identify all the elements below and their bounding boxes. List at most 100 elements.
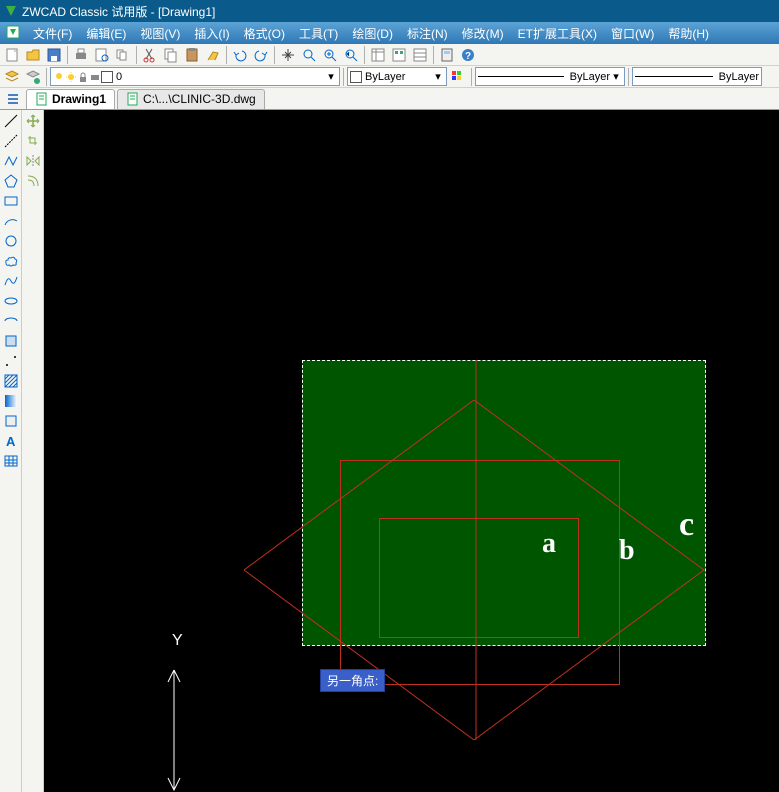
standard-toolbar: ? bbox=[0, 44, 779, 66]
revcloud-tool[interactable] bbox=[2, 252, 20, 270]
toolbar-separator bbox=[226, 46, 227, 64]
linetype-dropdown[interactable]: ByLayer ▾ bbox=[475, 67, 625, 86]
toolbar-separator bbox=[46, 68, 47, 86]
lineweight-value: ByLayer bbox=[719, 71, 759, 83]
zoom-previous-button[interactable] bbox=[341, 45, 361, 65]
menu-dimension[interactable]: 标注(N) bbox=[400, 23, 455, 44]
tool-palette-button[interactable] bbox=[410, 45, 430, 65]
save-button[interactable] bbox=[44, 45, 64, 65]
line-tool[interactable] bbox=[2, 112, 20, 130]
crosshair-cursor bbox=[466, 360, 486, 750]
pan-button[interactable] bbox=[278, 45, 298, 65]
entity-diamond[interactable] bbox=[244, 400, 744, 740]
document-control-icon[interactable] bbox=[5, 24, 23, 42]
ucs-icon: Y bbox=[154, 630, 214, 790]
menu-et-tools[interactable]: ET扩展工具(X) bbox=[511, 23, 604, 44]
print-button[interactable] bbox=[71, 45, 91, 65]
gradient-tool[interactable] bbox=[2, 392, 20, 410]
layer-states-button[interactable] bbox=[23, 67, 43, 87]
text-tool[interactable]: A bbox=[2, 432, 20, 450]
copy-tool[interactable] bbox=[24, 132, 42, 150]
color-swatch bbox=[350, 71, 362, 83]
document-tab-drawing1[interactable]: Drawing1 bbox=[26, 89, 115, 109]
new-button[interactable] bbox=[2, 45, 22, 65]
mirror-tool[interactable] bbox=[24, 152, 42, 170]
menu-insert[interactable]: 插入(I) bbox=[187, 23, 236, 44]
paste-button[interactable] bbox=[182, 45, 202, 65]
annotation-b: b bbox=[619, 535, 635, 567]
calculator-button[interactable] bbox=[437, 45, 457, 65]
color-value: ByLayer bbox=[365, 71, 405, 83]
insert-block-tool[interactable] bbox=[2, 332, 20, 350]
zoom-window-button[interactable] bbox=[320, 45, 340, 65]
menu-modify[interactable]: 修改(M) bbox=[455, 23, 511, 44]
workspace: A a b c 另一角点: bbox=[0, 110, 779, 792]
tab-label: C:\...\CLINIC-3D.dwg bbox=[143, 92, 256, 106]
undo-button[interactable] bbox=[230, 45, 250, 65]
color-select-button[interactable] bbox=[448, 67, 468, 87]
menu-window[interactable]: 窗口(W) bbox=[604, 23, 661, 44]
publish-button[interactable] bbox=[113, 45, 133, 65]
annotation-c: c bbox=[679, 506, 694, 544]
copy-button[interactable] bbox=[161, 45, 181, 65]
spline-tool[interactable] bbox=[2, 272, 20, 290]
layer-color-swatch bbox=[101, 71, 113, 83]
move-tool[interactable] bbox=[24, 112, 42, 130]
menu-edit[interactable]: 编辑(E) bbox=[79, 23, 133, 44]
drawing-canvas[interactable]: a b c 另一角点: Y bbox=[44, 110, 779, 792]
menu-bar: 文件(F) 编辑(E) 视图(V) 插入(I) 格式(O) 工具(T) 绘图(D… bbox=[0, 22, 779, 44]
title-bar: ZWCAD Classic 试用版 - [Drawing1] bbox=[0, 0, 779, 22]
dynamic-input-prompt: 另一角点: bbox=[320, 669, 385, 692]
redo-button[interactable] bbox=[251, 45, 271, 65]
layer-manager-button[interactable] bbox=[2, 67, 22, 87]
menu-draw[interactable]: 绘图(D) bbox=[345, 23, 400, 44]
chevron-down-icon: ▾ bbox=[610, 70, 622, 83]
menu-help[interactable]: 帮助(H) bbox=[661, 23, 716, 44]
circle-tool[interactable] bbox=[2, 232, 20, 250]
zoom-realtime-button[interactable] bbox=[299, 45, 319, 65]
polygon-tool[interactable] bbox=[2, 172, 20, 190]
svg-text:A: A bbox=[6, 434, 16, 449]
svg-text:?: ? bbox=[465, 51, 471, 62]
hatch-tool[interactable] bbox=[2, 372, 20, 390]
offset-tool[interactable] bbox=[24, 172, 42, 190]
ellipse-arc-tool[interactable] bbox=[2, 312, 20, 330]
document-icon bbox=[126, 92, 140, 106]
print-preview-button[interactable] bbox=[92, 45, 112, 65]
open-button[interactable] bbox=[23, 45, 43, 65]
ellipse-tool[interactable] bbox=[2, 292, 20, 310]
rectangle-tool[interactable] bbox=[2, 192, 20, 210]
toolbar-separator bbox=[343, 68, 344, 86]
ucs-y-label: Y bbox=[172, 632, 183, 649]
menu-view[interactable]: 视图(V) bbox=[133, 23, 187, 44]
color-dropdown[interactable]: ByLayer ▾ bbox=[347, 67, 447, 86]
document-icon bbox=[35, 92, 49, 106]
help-button[interactable]: ? bbox=[458, 45, 478, 65]
chevron-down-icon: ▾ bbox=[432, 70, 444, 83]
menu-tools[interactable]: 工具(T) bbox=[292, 23, 345, 44]
annotation-a: a bbox=[542, 528, 556, 560]
region-tool[interactable] bbox=[2, 412, 20, 430]
menu-file[interactable]: 文件(F) bbox=[26, 23, 79, 44]
toolbar-separator bbox=[136, 46, 137, 64]
document-tab-clinic3d[interactable]: C:\...\CLINIC-3D.dwg bbox=[117, 89, 265, 109]
linetype-sample bbox=[478, 76, 564, 77]
layer-toolbar: 0 ▾ ByLayer ▾ ByLayer ▾ ByLayer bbox=[0, 66, 779, 88]
lightbulb-icon bbox=[53, 71, 65, 83]
chevron-down-icon: ▾ bbox=[325, 70, 337, 83]
polyline-tool[interactable] bbox=[2, 152, 20, 170]
tab-control-icon[interactable] bbox=[4, 90, 22, 108]
table-tool[interactable] bbox=[2, 452, 20, 470]
app-icon bbox=[4, 4, 18, 18]
menu-format[interactable]: 格式(O) bbox=[237, 23, 292, 44]
match-button[interactable] bbox=[203, 45, 223, 65]
construction-line-tool[interactable] bbox=[2, 132, 20, 150]
arc-tool[interactable] bbox=[2, 212, 20, 230]
window-title: ZWCAD Classic 试用版 - [Drawing1] bbox=[22, 3, 215, 20]
properties-button[interactable] bbox=[368, 45, 388, 65]
cut-button[interactable] bbox=[140, 45, 160, 65]
point-tool[interactable] bbox=[2, 352, 20, 370]
design-center-button[interactable] bbox=[389, 45, 409, 65]
layer-dropdown[interactable]: 0 ▾ bbox=[50, 67, 340, 86]
lineweight-dropdown[interactable]: ByLayer bbox=[632, 67, 762, 86]
